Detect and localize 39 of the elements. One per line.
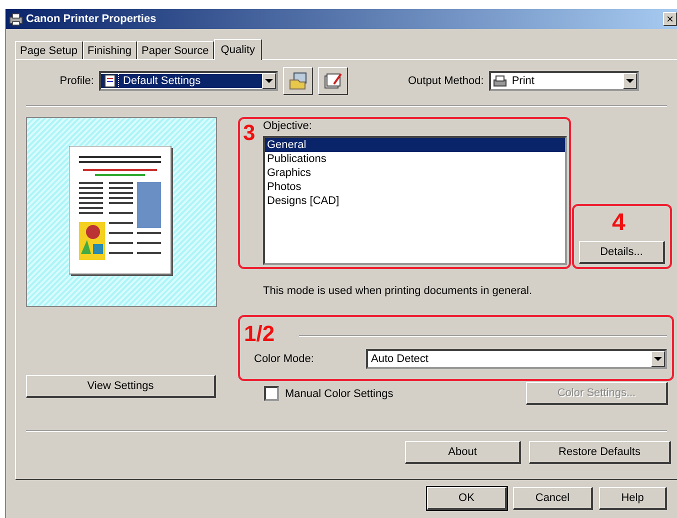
details-button[interactable]: Details... xyxy=(579,241,665,264)
tab[interactable]: Quality xyxy=(214,39,262,60)
list-item[interactable]: Designs [CAD] xyxy=(265,194,565,208)
close-button[interactable]: × xyxy=(663,12,677,26)
tab[interactable]: Finishing xyxy=(82,41,137,59)
document-icon xyxy=(101,74,119,88)
profile-label: Profile: xyxy=(58,75,94,87)
manual-color-settings-label: Manual Color Settings xyxy=(285,388,394,400)
color-mode-dropdown[interactable]: Auto Detect xyxy=(366,349,667,369)
view-settings-button[interactable]: View Settings xyxy=(26,375,216,398)
checkbox[interactable] xyxy=(264,386,279,401)
dialog-button[interactable]: OK xyxy=(427,487,507,510)
edit-profile-button[interactable] xyxy=(318,67,348,95)
callout-number: 4 xyxy=(612,210,626,236)
output-method-label: Output Method: xyxy=(408,75,484,87)
dialog-button[interactable]: Help xyxy=(599,487,667,510)
panel-button[interactable]: About xyxy=(405,441,521,464)
list-item[interactable]: Photos xyxy=(265,180,565,194)
objective-listbox[interactable]: General Publications Graphics Photos Designs [CAD] xyxy=(263,136,567,265)
tab[interactable]: Page Setup xyxy=(15,41,82,59)
window-title: Canon Printer Properties xyxy=(26,13,158,25)
callout-number: 1/2 xyxy=(244,321,275,347)
printer-icon xyxy=(9,12,23,26)
panel-button[interactable]: Restore Defaults xyxy=(529,441,671,464)
list-item[interactable]: Publications xyxy=(265,152,565,166)
callout-number: 3 xyxy=(243,120,256,147)
mode-description: This mode is used when printing documents in general. xyxy=(263,285,534,299)
folder-icon xyxy=(288,71,308,91)
open-profile-button[interactable] xyxy=(283,67,313,95)
color-mode-label: Color Mode: xyxy=(253,353,315,365)
objective-label: Objective: xyxy=(263,120,313,134)
list-item[interactable]: Graphics xyxy=(265,166,565,180)
edit-icon xyxy=(323,71,343,91)
profile-dropdown[interactable]: Default Settings xyxy=(99,71,278,91)
tab[interactable]: Paper Source xyxy=(136,41,214,59)
list-item[interactable]: General xyxy=(265,138,565,152)
dialog-button[interactable]: Cancel xyxy=(513,487,593,510)
output-method-dropdown[interactable]: Print xyxy=(488,71,639,91)
printer-icon xyxy=(490,74,509,88)
